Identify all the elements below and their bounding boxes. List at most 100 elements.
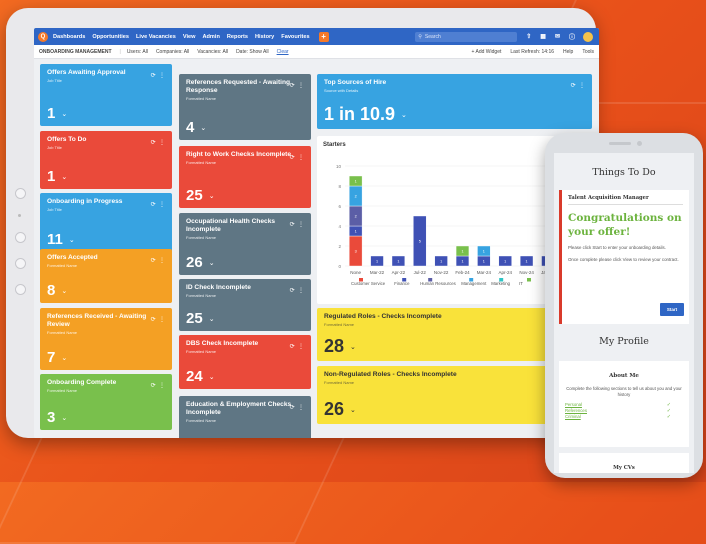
more-icon[interactable]: ⋮	[159, 140, 165, 146]
tile-title: References Received - Awaiting Review	[47, 313, 147, 328]
tile-actions[interactable]: ⟳ ⋮	[571, 82, 585, 89]
refresh-icon[interactable]: ⟳	[151, 258, 156, 264]
tile-subtitle: Job Title	[47, 145, 62, 150]
refresh-icon[interactable]: ⟳	[151, 202, 156, 208]
legend-swatch	[527, 278, 531, 282]
chevron-down-icon: ⌄	[61, 111, 68, 119]
tile-actions[interactable]: ⟳ ⋮	[290, 343, 304, 350]
widget-tile[interactable]: Regulated Roles - Checks Incomplete Forma…	[317, 308, 582, 361]
tile-title: DBS Check Incomplete	[186, 340, 259, 347]
refresh-icon[interactable]: ⟳	[290, 83, 295, 89]
refresh-icon[interactable]: ⟳	[151, 317, 156, 323]
refresh-icon[interactable]: ⟳	[151, 140, 156, 146]
x-tick-label: None	[350, 270, 361, 275]
widget-tile[interactable]: Onboarding Complete Formatted Name 3 ⌄ ⟳ ⋮	[40, 374, 172, 430]
more-icon[interactable]: ⋮	[159, 202, 165, 208]
tile-actions[interactable]: ⟳ ⋮	[151, 72, 165, 79]
nav-view[interactable]: View	[183, 34, 196, 40]
more-icon[interactable]: ⋮	[298, 288, 304, 294]
nav-favourites[interactable]: Favourites	[281, 34, 309, 40]
help-button[interactable]: Help	[563, 49, 573, 55]
search-input[interactable]: ⚲ Search	[415, 31, 518, 42]
more-icon[interactable]: ⋮	[298, 344, 304, 350]
tile-actions[interactable]: ⟳ ⋮	[151, 257, 165, 264]
nav-reports[interactable]: Reports	[227, 34, 248, 40]
tools-menu[interactable]: Tools	[582, 49, 594, 55]
widget-tile[interactable]: Offers Accepted Formatted Name 8 ⌄ ⟳ ⋮	[40, 249, 172, 303]
more-icon[interactable]: ⋮	[159, 73, 165, 79]
start-instruction: Please click Start to enter your onboard…	[568, 245, 666, 250]
app-logo-icon[interactable]: Q	[38, 31, 48, 42]
upload-icon[interactable]: ⇧	[526, 33, 531, 40]
widget-tile[interactable]: Right to Work Checks Incomplete Formatted…	[179, 146, 311, 208]
tile-actions[interactable]: ⟳ ⋮	[290, 154, 304, 161]
tile-actions[interactable]: ⟳ ⋮	[151, 316, 165, 323]
tile-title: Offers To Do	[47, 136, 87, 143]
refresh-icon[interactable]: ⟳	[151, 383, 156, 389]
filter-vacancies[interactable]: Vacancies: All	[197, 49, 228, 55]
nav-opportunities[interactable]: Opportunities	[92, 34, 129, 40]
widget-tile[interactable]: Onboarding in Progress Job Title 11 ⌄ ⟳ ⋮	[40, 193, 172, 252]
widget-tile[interactable]: ID Check Incomplete Formatted Name 25 ⌄ ⟳ ⋮	[179, 279, 311, 331]
filter-companies[interactable]: Companies: All	[156, 49, 189, 55]
widget-tile[interactable]: Offers To Do Job Title 1 ⌄ ⟳ ⋮	[40, 131, 172, 189]
widget-tile[interactable]: Non-Regulated Roles - Checks Incomplete F…	[317, 366, 582, 424]
tile-actions[interactable]: ⟳ ⋮	[151, 139, 165, 146]
more-icon[interactable]: ⋮	[298, 222, 304, 228]
refresh-icon[interactable]: ⟳	[290, 288, 295, 294]
refresh-icon[interactable]: ⟳	[290, 222, 295, 228]
tile-actions[interactable]: ⟳ ⋮	[290, 287, 304, 294]
tile-value: 26 ⌄	[186, 254, 215, 271]
tile-actions[interactable]: ⟳ ⋮	[151, 382, 165, 389]
tile-value: 24 ⌄	[186, 368, 215, 385]
link-criminal[interactable]: Criminal	[565, 414, 683, 420]
filter-users[interactable]: Users: All	[127, 49, 148, 55]
user-avatar[interactable]	[583, 31, 593, 42]
tile-actions[interactable]: ⟳ ⋮	[290, 404, 304, 411]
phone-camera	[637, 141, 642, 146]
chevron-down-icon: ⌄	[61, 415, 68, 423]
calendar-icon[interactable]: ▦	[540, 33, 546, 40]
view-instruction: Once complete please click View to revie…	[568, 257, 679, 262]
refresh-icon[interactable]: ⟳	[290, 344, 295, 350]
widget-tile[interactable]: Top Sources of Hire Source with Details 1 …	[317, 74, 592, 129]
refresh-icon[interactable]: ⟳	[151, 73, 156, 79]
nav-dashboards[interactable]: Dashboards	[53, 34, 85, 40]
widget-tile[interactable]: Offers Awaiting Approval Job Title 1 ⌄ ⟳ ⋮	[40, 64, 172, 126]
more-icon[interactable]: ⋮	[298, 83, 304, 89]
filter-date[interactable]: Date: Show All	[236, 49, 269, 55]
more-icon[interactable]: ⋮	[298, 155, 304, 161]
tile-actions[interactable]: ⟳ ⋮	[290, 221, 304, 228]
clear-filters-link[interactable]: Clear	[277, 49, 289, 55]
chevron-down-icon: ⌄	[208, 260, 215, 268]
start-button[interactable]: Start	[660, 303, 684, 316]
data-label: 1	[355, 230, 357, 234]
nav-live-vacancies[interactable]: Live Vacancies	[136, 34, 176, 40]
data-label: 1	[461, 250, 463, 254]
more-icon[interactable]: ⋮	[159, 317, 165, 323]
refresh-button[interactable]: Last Refresh: 14:16	[510, 49, 554, 55]
section-title: ONBOARDING MANAGEMENT	[39, 48, 112, 55]
help-circle-icon[interactable]: ⓘ	[569, 32, 575, 41]
nav-history[interactable]: History	[255, 34, 274, 40]
nav-admin[interactable]: Admin	[202, 34, 219, 40]
mail-icon[interactable]: ✉	[555, 33, 560, 40]
legend-label: IT	[519, 281, 523, 286]
add-plus-button[interactable]: +	[318, 31, 329, 42]
widget-tile[interactable]: References Received - Awaiting Review For…	[40, 308, 172, 370]
tile-actions[interactable]: ⟳ ⋮	[151, 201, 165, 208]
widget-tile[interactable]: Education & Employment Checks Incomplete…	[179, 396, 311, 438]
more-icon[interactable]: ⋮	[579, 83, 585, 89]
tile-actions[interactable]: ⟳ ⋮	[290, 82, 304, 89]
more-icon[interactable]: ⋮	[298, 405, 304, 411]
widget-tile[interactable]: References Requested - Awaiting Response…	[179, 74, 311, 140]
refresh-icon[interactable]: ⟳	[290, 405, 295, 411]
more-icon[interactable]: ⋮	[159, 383, 165, 389]
data-label: 1	[483, 250, 485, 254]
widget-tile[interactable]: Occupational Health Checks Incomplete For…	[179, 213, 311, 275]
add-widget-button[interactable]: + Add Widget	[471, 49, 501, 55]
more-icon[interactable]: ⋮	[159, 258, 165, 264]
refresh-icon[interactable]: ⟳	[571, 83, 576, 89]
refresh-icon[interactable]: ⟳	[290, 155, 295, 161]
widget-tile[interactable]: DBS Check Incomplete Formatted Name 24 ⌄ ⟳ ⋮	[179, 335, 311, 389]
